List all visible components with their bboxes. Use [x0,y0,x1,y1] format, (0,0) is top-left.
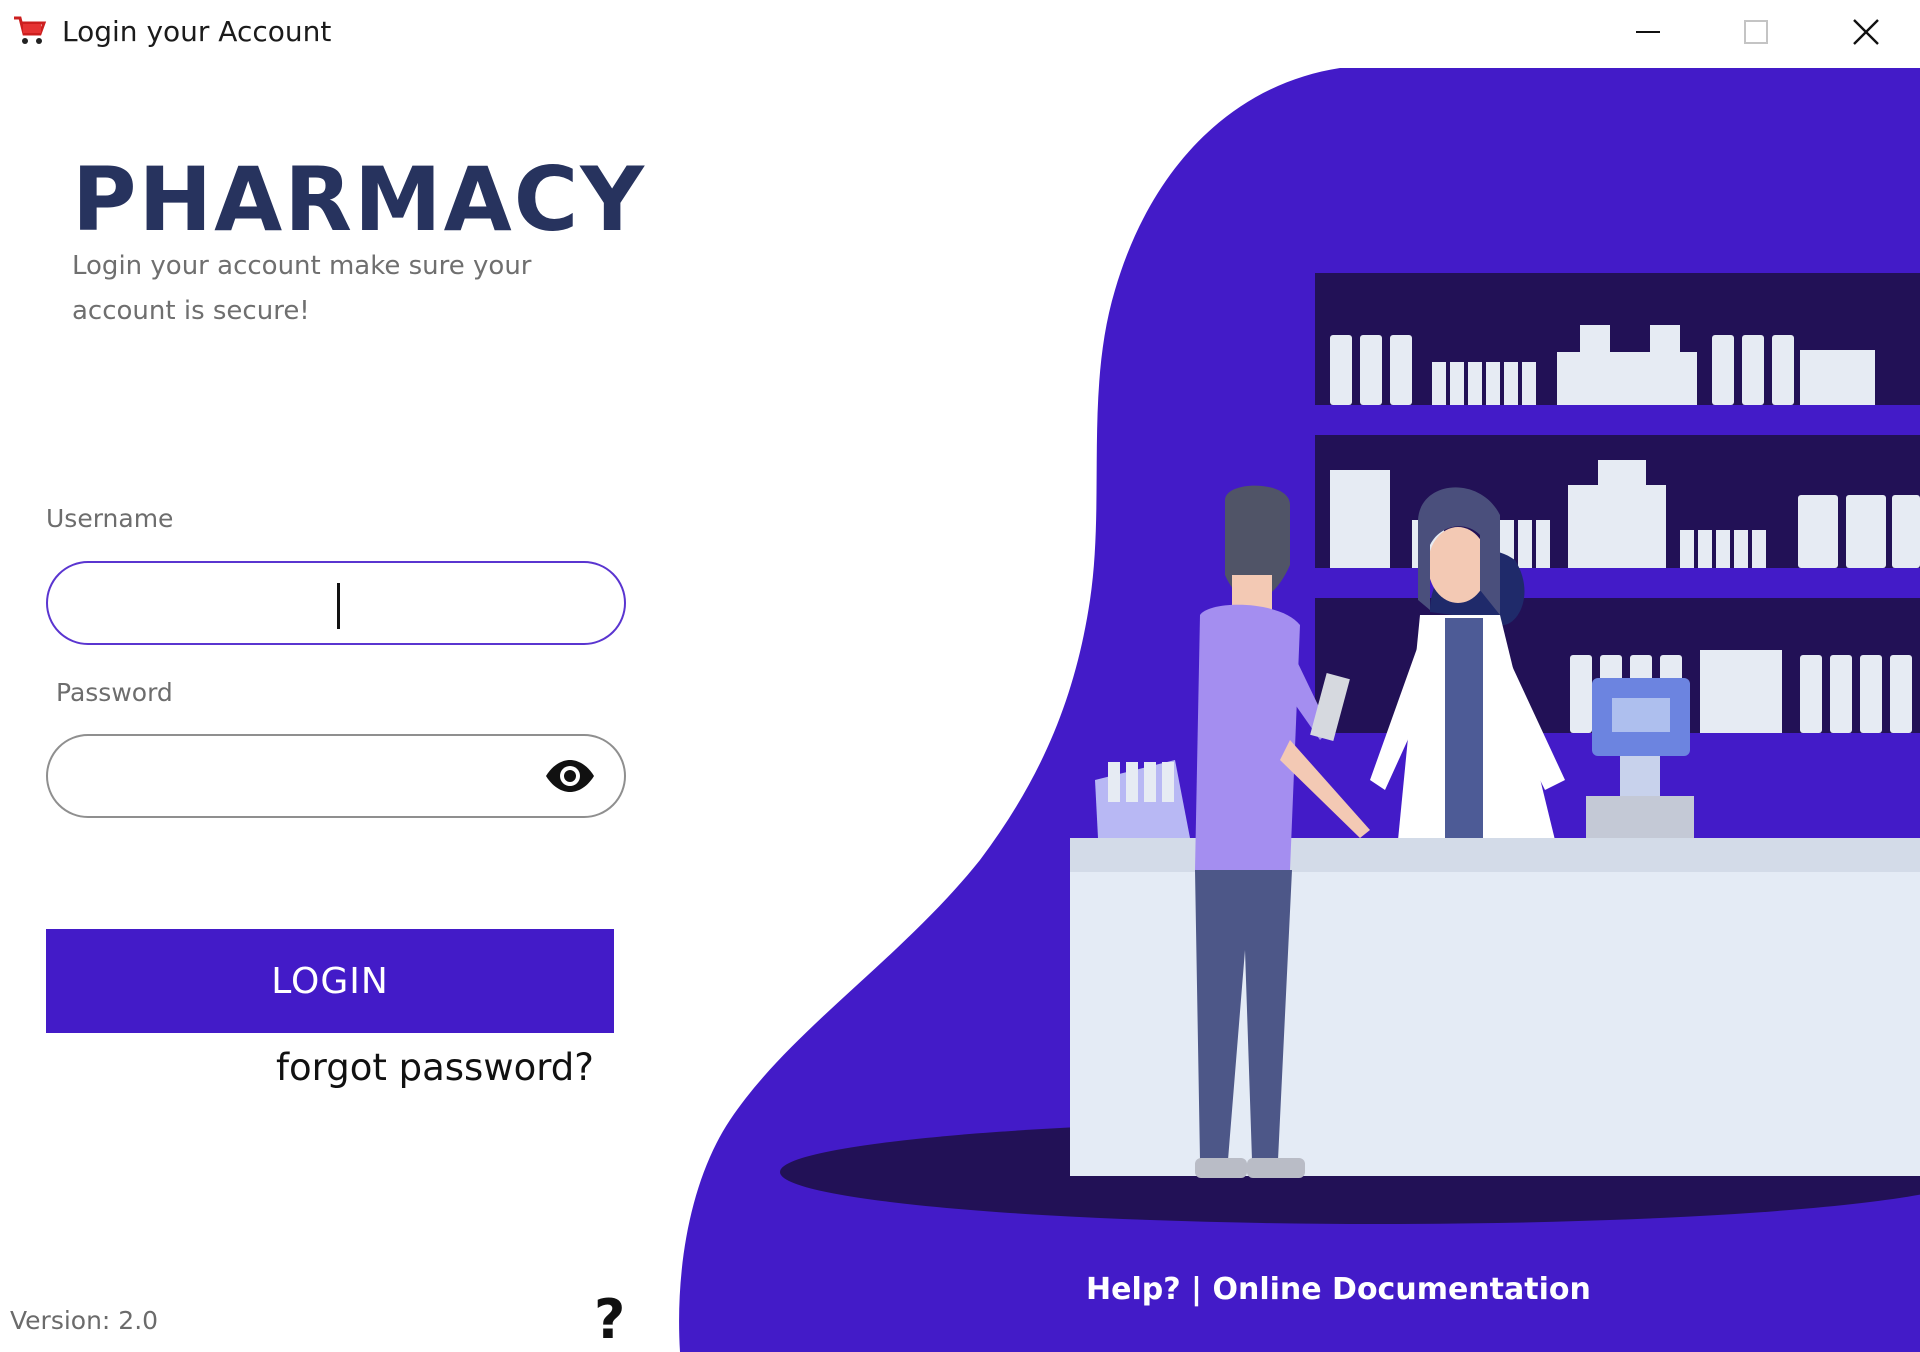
minimize-icon [1636,31,1660,33]
minimize-button[interactable] [1594,0,1702,64]
help-question-icon[interactable]: ? [594,1290,625,1350]
username-label: Username [46,504,174,533]
password-field[interactable] [46,734,626,818]
username-input[interactable] [78,573,552,635]
login-button[interactable]: LOGIN [46,929,614,1033]
title-bar: Login your Account [0,0,1920,64]
username-field[interactable] [46,561,626,645]
eye-icon[interactable] [544,758,596,794]
forgot-password-link[interactable]: forgot password? [276,1046,594,1089]
brand-subtitle: Login your account make sure your accoun… [72,251,532,326]
version-label: Version: 2.0 [10,1306,159,1335]
brand-title: PHARMACY [72,148,646,251]
shelf-board-2 [1315,568,1920,598]
maximize-button[interactable] [1702,0,1810,64]
password-label: Password [56,678,173,707]
text-caret [337,583,340,629]
password-input[interactable] [78,746,552,808]
online-documentation-link[interactable]: Help? | Online Documentation [1086,1272,1591,1307]
close-icon [1853,19,1879,45]
medicine-box [1095,760,1190,838]
shopping-cart-icon [14,16,47,44]
close-button[interactable] [1812,0,1920,64]
shelf-board-1 [1315,405,1920,435]
maximize-icon [1744,20,1768,44]
login-window: Login your Account PHARMACY Login your a… [0,0,1920,1352]
shelf-1-items [1330,325,1875,405]
window-title: Login your Account [62,15,332,48]
